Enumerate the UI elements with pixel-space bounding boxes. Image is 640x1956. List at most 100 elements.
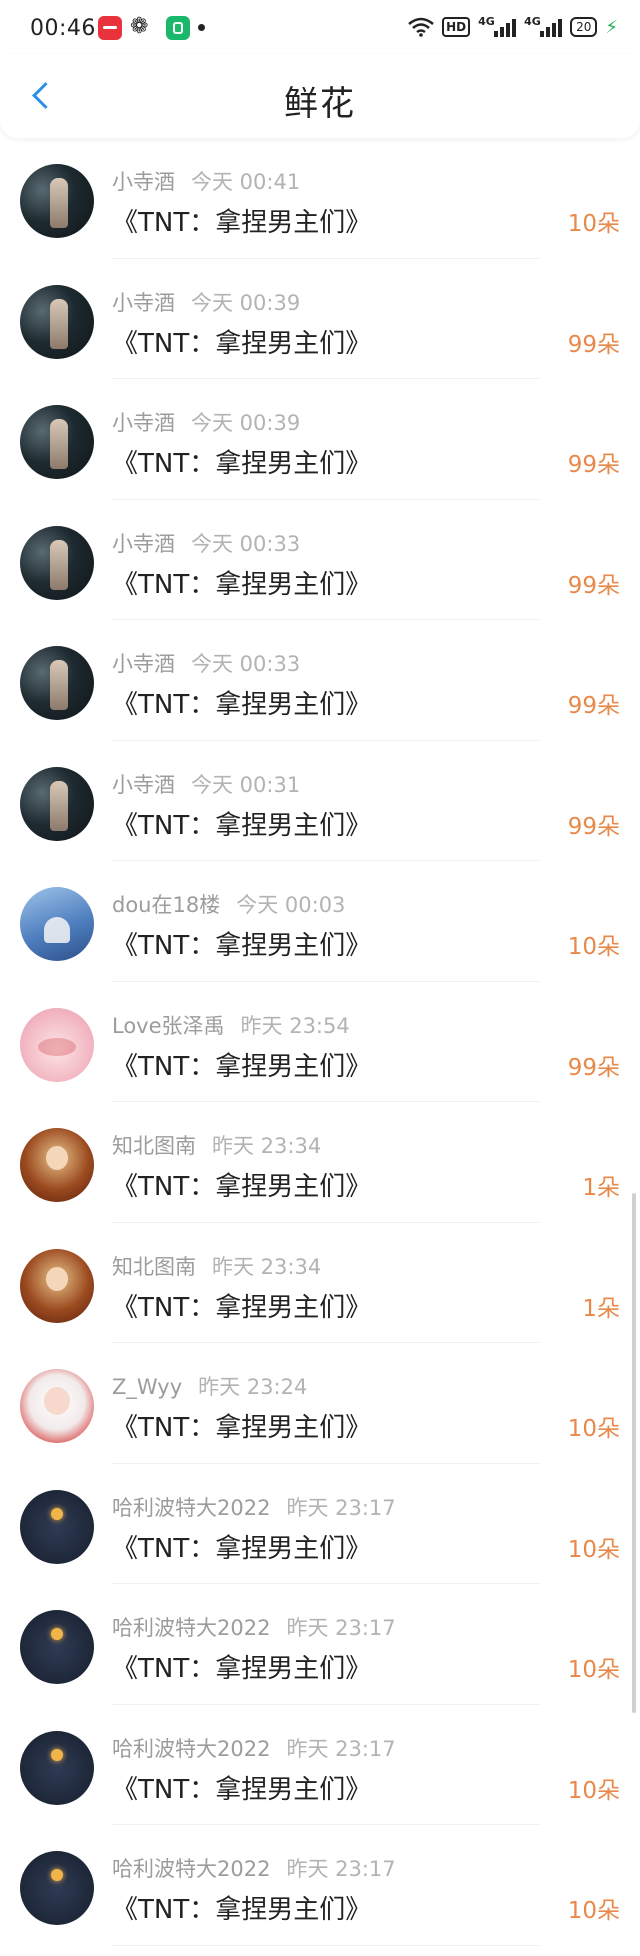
divider — [112, 1944, 540, 1946]
avatar[interactable] — [20, 646, 94, 720]
timestamp: 昨天 23:24 — [198, 1375, 308, 1399]
avatar[interactable] — [20, 1248, 94, 1323]
avatar[interactable] — [20, 284, 94, 359]
username[interactable]: 小寺酒 — [112, 532, 175, 556]
username[interactable]: 小寺酒 — [112, 773, 175, 797]
gift-meta: 哈利波特大2022 昨天 23:17 — [112, 1492, 396, 1522]
gift-meta: 小寺酒 今天 00:33 — [112, 648, 300, 678]
username[interactable]: 哈利波特大2022 — [112, 1857, 270, 1881]
book-title[interactable]: 《TNT：拿捏男主们》 — [112, 202, 371, 239]
list-item[interactable]: Love张泽禹 昨天 23:54 《TNT：拿捏男主们》 99朵 — [0, 982, 640, 1102]
avatar[interactable] — [20, 525, 94, 600]
network-type: 4G — [478, 15, 495, 28]
list-item[interactable]: 知北图南 昨天 23:34 《TNT：拿捏男主们》 1朵 — [0, 1223, 640, 1343]
username[interactable]: 小寺酒 — [112, 652, 175, 676]
timestamp: 今天 00:33 — [191, 652, 301, 676]
timestamp: 昨天 23:54 — [240, 1013, 350, 1038]
flower-count: 10朵 — [567, 1416, 620, 1442]
avatar[interactable] — [20, 1610, 94, 1684]
avatar[interactable] — [20, 1369, 94, 1443]
timestamp: 昨天 23:34 — [212, 1134, 322, 1158]
book-title[interactable]: 《TNT：拿捏男主们》 — [112, 1889, 371, 1926]
avatar[interactable] — [20, 1007, 94, 1082]
timestamp: 今天 00:31 — [191, 772, 301, 797]
username[interactable]: Z_Wyy — [112, 1375, 182, 1399]
username[interactable]: 哈利波特大2022 — [112, 1496, 270, 1520]
book-title[interactable]: 《TNT：拿捏男主们》 — [112, 1407, 371, 1444]
book-title[interactable]: 《TNT：拿捏男主们》 — [112, 1166, 371, 1203]
avatar[interactable] — [20, 164, 94, 238]
list-item[interactable]: 哈利波特大2022 昨天 23:17 《TNT：拿捏男主们》 10朵 — [0, 1584, 640, 1705]
list-item[interactable]: 哈利波特大2022 昨天 23:17 《TNT：拿捏男主们》 10朵 — [0, 1464, 640, 1584]
page-title: 鲜花 — [284, 84, 356, 124]
avatar[interactable] — [20, 1128, 94, 1202]
book-title[interactable]: 《TNT：拿捏男主们》 — [112, 564, 371, 601]
avatar[interactable] — [20, 1851, 94, 1925]
flower-count: 10朵 — [567, 211, 620, 237]
flower-count: 99朵 — [567, 693, 620, 719]
hd-voice-icon: HD — [442, 17, 471, 37]
gift-meta: dou在18楼 今天 00:03 — [112, 889, 345, 919]
book-title[interactable]: 《TNT：拿捏男主们》 — [112, 684, 371, 721]
book-title[interactable]: 《TNT：拿捏男主们》 — [112, 1046, 371, 1083]
gift-meta: 小寺酒 今天 00:33 — [112, 528, 300, 558]
flower-count: 10朵 — [567, 934, 620, 960]
username[interactable]: 小寺酒 — [112, 291, 175, 315]
timestamp: 今天 00:33 — [191, 531, 301, 556]
book-title[interactable]: 《TNT：拿捏男主们》 — [112, 925, 371, 962]
avatar[interactable] — [20, 766, 94, 841]
avatar[interactable] — [20, 1489, 94, 1564]
timestamp: 昨天 23:34 — [212, 1254, 322, 1279]
list-item[interactable]: 小寺酒 今天 00:39 《TNT：拿捏男主们》 99朵 — [0, 259, 640, 379]
username[interactable]: Love张泽禹 — [112, 1014, 225, 1038]
avatar[interactable] — [20, 1730, 94, 1805]
wifi-icon — [408, 17, 434, 37]
flower-count: 99朵 — [567, 813, 620, 840]
list-item[interactable]: 知北图南 昨天 23:34 《TNT：拿捏男主们》 1朵 — [0, 1102, 640, 1223]
list-item[interactable]: 哈利波特大2022 昨天 23:17 《TNT：拿捏男主们》 10朵 — [0, 1705, 640, 1825]
book-title[interactable]: 《TNT：拿捏男主们》 — [112, 443, 371, 480]
list-item[interactable]: 小寺酒 今天 00:33 《TNT：拿捏男主们》 99朵 — [0, 500, 640, 620]
book-title[interactable]: 《TNT：拿捏男主们》 — [112, 323, 371, 360]
list-item[interactable]: 小寺酒 今天 00:41 《TNT：拿捏男主们》 10朵 — [0, 138, 640, 259]
scrollbar[interactable] — [632, 1193, 636, 1713]
gift-meta: 哈利波特大2022 昨天 23:17 — [112, 1612, 396, 1642]
username[interactable]: 知北图南 — [112, 1255, 196, 1279]
list-item[interactable]: Z_Wyy 昨天 23:24 《TNT：拿捏男主们》 10朵 — [0, 1343, 640, 1464]
list-item[interactable]: 小寺酒 今天 00:31 《TNT：拿捏男主们》 99朵 — [0, 741, 640, 861]
notification-app-icon — [98, 16, 122, 40]
username[interactable]: 哈利波特大2022 — [112, 1616, 270, 1640]
book-title[interactable]: 《TNT：拿捏男主们》 — [112, 805, 371, 842]
flower-count: 1朵 — [582, 1295, 620, 1322]
book-title[interactable]: 《TNT：拿捏男主们》 — [112, 1287, 371, 1324]
book-title[interactable]: 《TNT：拿捏男主们》 — [112, 1528, 371, 1565]
flower-count: 99朵 — [567, 331, 620, 358]
flower-count: 99朵 — [567, 452, 620, 478]
username[interactable]: 小寺酒 — [112, 411, 175, 435]
flower-count: 99朵 — [567, 572, 620, 599]
list-item[interactable]: dou在18楼 今天 00:03 《TNT：拿捏男主们》 10朵 — [0, 861, 640, 982]
list-item[interactable]: 小寺酒 今天 00:39 《TNT：拿捏男主们》 99朵 — [0, 379, 640, 500]
book-title[interactable]: 《TNT：拿捏男主们》 — [112, 1769, 371, 1806]
username[interactable]: 小寺酒 — [112, 170, 175, 194]
gift-meta: 哈利波特大2022 昨天 23:17 — [112, 1733, 396, 1763]
list-item[interactable]: 小寺酒 今天 00:33 《TNT：拿捏男主们》 99朵 — [0, 620, 640, 741]
network-type-2: 4G — [524, 15, 541, 28]
timestamp: 今天 00:41 — [191, 170, 301, 194]
avatar[interactable] — [20, 887, 94, 961]
more-notifications-dot-icon — [198, 24, 205, 31]
timestamp: 今天 00:39 — [191, 290, 301, 315]
list-item[interactable]: 哈利波特大2022 昨天 23:17 《TNT：拿捏男主们》 10朵 — [0, 1825, 640, 1946]
avatar[interactable] — [20, 405, 94, 479]
gift-meta: Love张泽禹 昨天 23:54 — [112, 1010, 350, 1040]
charging-icon: ⚡ — [605, 16, 618, 38]
username[interactable]: 哈利波特大2022 — [112, 1737, 270, 1761]
username[interactable]: 知北图南 — [112, 1134, 196, 1158]
username[interactable]: dou在18楼 — [112, 893, 220, 917]
status-time: 00:46 — [30, 16, 96, 41]
book-title[interactable]: 《TNT：拿捏男主们》 — [112, 1648, 371, 1685]
cell-signal-icon: 4G — [478, 15, 517, 37]
flower-count: 10朵 — [567, 1777, 620, 1804]
battery-icon: 20 — [570, 17, 598, 37]
notification-app-icon-2 — [166, 16, 190, 40]
